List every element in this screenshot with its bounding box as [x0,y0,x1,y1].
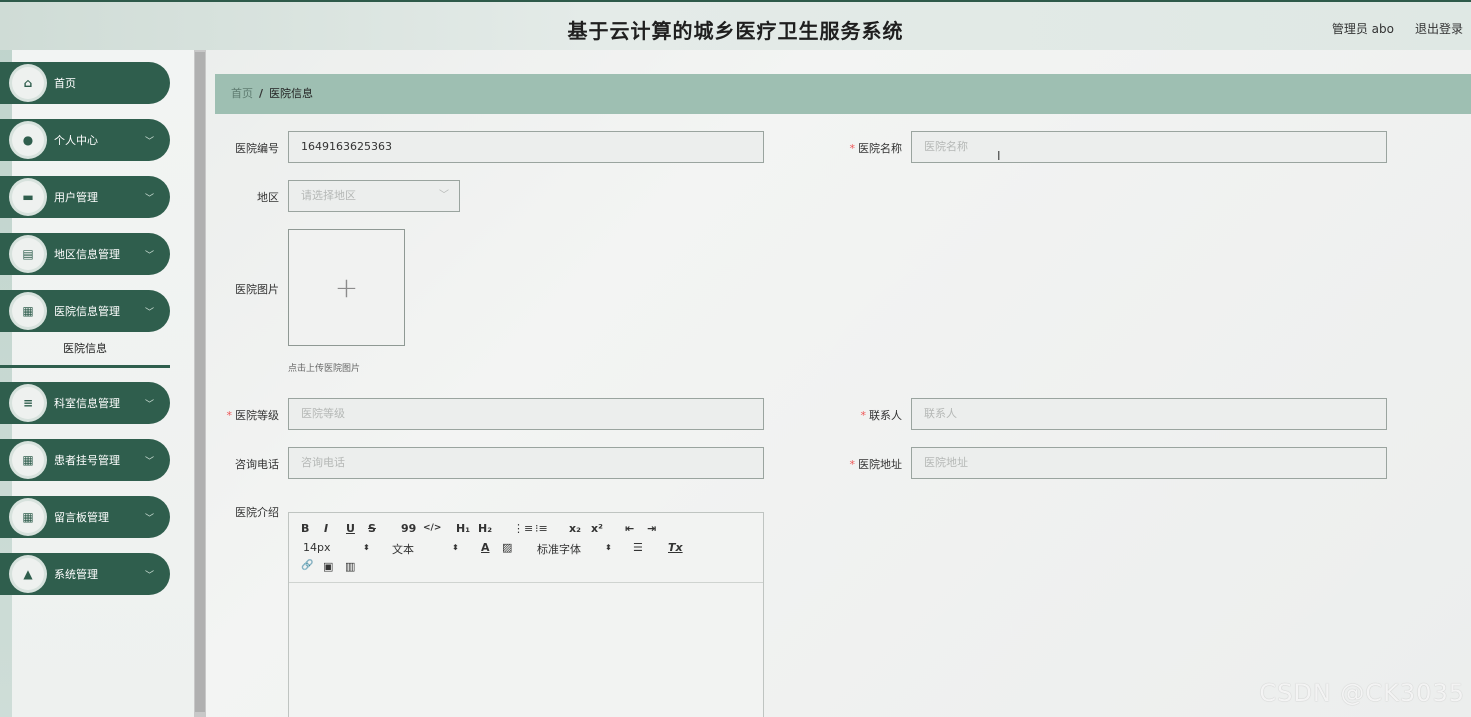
link-icon[interactable]: 🔗 [301,560,313,571]
region-label: 地区 [257,191,279,204]
hospital-level-label: * 医院等级 [226,409,280,422]
sidebar-item-label: 患者挂号管理 [54,454,120,467]
page-title: 基于云计算的城乡医疗卫生服务系统 [567,19,904,43]
address-input[interactable]: 医院地址 [911,447,1387,479]
sidebar-item-system-management[interactable]: ▲ 系统管理 ﹀ [0,553,170,595]
sidebar-item-label: 个人中心 [54,134,98,147]
underline-icon[interactable]: U [346,522,355,535]
grid-icon: ▦ [12,295,44,327]
upload-hint: 点击上传医院图片 [288,364,361,374]
rich-text-editor[interactable]: B I U S 99 </> H₁ H₂ ⋮≡ ⁝≡ x₂ x² ⇤ ⇥ 14p… [288,512,764,717]
hospital-no-label: 医院编号 [235,142,279,155]
breadcrumb-current: 医院信息 [269,87,314,100]
chevron-down-icon: ﹀ [144,250,154,261]
grid-icon: ▦ [12,501,44,533]
plus-icon: + [334,271,359,304]
sidebar-item-personal-center[interactable]: ● 个人中心 ﹀ [0,119,170,161]
code-icon[interactable]: </> [423,523,441,533]
hospital-name-input[interactable]: 医院名称 [911,131,1387,163]
text-type-caret-icon: ⬍ [452,543,459,552]
indent-icon[interactable]: ⇥ [647,522,656,535]
bullet-list-icon[interactable]: ⁝≡ [535,522,548,535]
sidebar-item-region-management[interactable]: ▤ 地区信息管理 ﹀ [0,233,170,275]
chevron-down-icon: ﹀ [439,190,449,201]
intro-label: 医院介绍 [235,506,279,519]
menu-icon: ≡ [12,387,44,419]
chevron-down-icon: ﹀ [144,456,154,467]
sidebar-item-home[interactable]: ⌂ 首页 [0,62,170,104]
breadcrumb: 首页 / 医院信息 [215,74,1471,114]
person-icon: ▲ [12,558,44,590]
sidebar-item-hospital-management[interactable]: ▦ 医院信息管理 ﹀ [0,290,170,332]
font-size-caret-icon: ⬍ [363,543,370,552]
clipboard-icon: ▤ [12,238,44,270]
clear-format-icon[interactable]: Tx [668,541,683,554]
align-icon[interactable]: ☰ [633,541,643,554]
watermark: CSDN @CK3035 [1259,679,1465,707]
strike-icon[interactable]: S [368,522,376,535]
sidebar-item-department-management[interactable]: ≡ 科室信息管理 ﹀ [0,382,170,424]
hospital-name-label: * 医院名称 [849,142,903,155]
ordered-list-icon[interactable]: ⋮≡ [513,522,533,535]
current-user: 管理员 abo [1331,22,1394,36]
outdent-icon[interactable]: ⇤ [625,522,634,535]
subscript-icon[interactable]: x₂ [569,522,581,535]
breadcrumb-home[interactable]: 首页 [231,87,253,100]
phone-input[interactable]: 咨询电话 [288,447,764,479]
text-cursor-icon: I [997,149,1001,163]
sidebar-item-label: 医院信息管理 [54,305,120,318]
sidebar-item-label: 地区信息管理 [54,248,120,261]
contact-input[interactable]: 联系人 [911,398,1387,430]
image-icon[interactable]: ▣ [323,560,333,573]
sidebar-item-label: 留言板管理 [54,511,109,524]
sidebar-item-registration-management[interactable]: ▦ 患者挂号管理 ﹀ [0,439,170,481]
phone-label: 咨询电话 [235,458,279,471]
breadcrumb-separator: / [259,87,264,100]
h2-icon[interactable]: H₂ [478,522,492,535]
image-upload-button[interactable]: + [288,229,405,346]
user-icon: ● [12,124,44,156]
chevron-down-icon: ﹀ [144,513,154,524]
h1-icon[interactable]: H₁ [456,522,470,535]
sidebar-subitem-hospital-info[interactable]: 医院信息 [0,336,170,368]
sidebar-item-label: 首页 [54,77,76,90]
chevron-down-icon: ﹀ [144,193,154,204]
hospital-image-label: 医院图片 [235,283,279,296]
sidebar-item-label: 科室信息管理 [54,397,120,410]
grid-icon: ▦ [12,444,44,476]
font-color-icon[interactable]: A [481,541,490,554]
hospital-no-input[interactable]: 1649163625363 [288,131,764,163]
sidebar-item-label: 用户管理 [54,191,98,204]
quote-icon[interactable]: 99 [401,522,416,535]
chevron-down-icon: ﹀ [144,570,154,581]
region-select[interactable]: 请选择地区 ﹀ [288,180,460,212]
sidebar-item-message-board[interactable]: ▦ 留言板管理 ﹀ [0,496,170,538]
chevron-down-icon: ﹀ [144,136,154,147]
superscript-icon[interactable]: x² [591,522,603,535]
top-header: 基于云计算的城乡医疗卫生服务系统 管理员 abo 退出登录 [0,0,1471,50]
editor-toolbar: B I U S 99 </> H₁ H₂ ⋮≡ ⁝≡ x₂ x² ⇤ ⇥ 14p… [289,513,763,583]
video-icon[interactable]: ▥ [345,560,355,573]
hospital-level-input[interactable]: 医院等级 [288,398,764,430]
chevron-down-icon: ﹀ [144,307,154,318]
bold-icon[interactable]: B [301,522,309,535]
sidebar-item-label: 系统管理 [54,568,98,581]
sidebar-item-user-management[interactable]: ▬ 用户管理 ﹀ [0,176,170,218]
font-family-select[interactable]: 标准字体 [537,541,581,557]
briefcase-icon: ▬ [12,181,44,213]
chevron-down-icon: ﹀ [144,399,154,410]
italic-icon[interactable]: I [324,522,328,535]
contact-label: * 联系人 [860,409,903,422]
logout-link[interactable]: 退出登录 [1415,20,1463,37]
font-family-caret-icon: ⬍ [605,543,612,552]
home-icon: ⌂ [12,67,44,99]
font-size-select[interactable]: 14px [303,541,331,554]
text-type-select[interactable]: 文本 [392,541,414,557]
background-color-icon[interactable]: ▨ [502,541,512,554]
address-label: * 医院地址 [849,458,903,471]
